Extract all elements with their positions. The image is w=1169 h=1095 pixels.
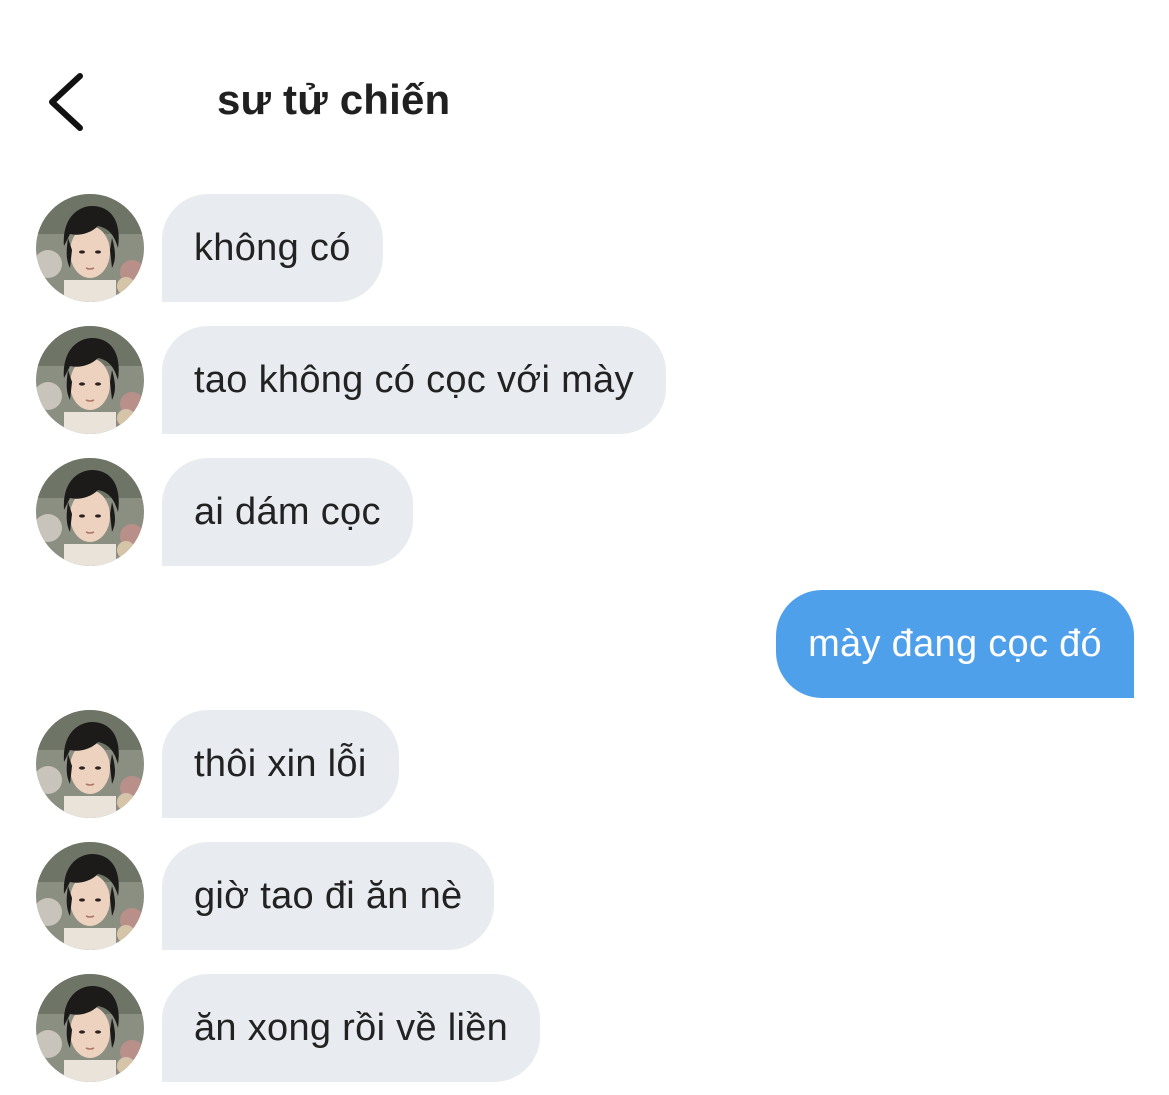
incoming-message-bubble[interactable]: giờ tao đi ăn nè (162, 842, 495, 950)
avatar-image (36, 710, 144, 818)
message-row: mày đang cọc đó (0, 590, 1169, 698)
incoming-message-bubble[interactable]: ăn xong rồi về liền (162, 974, 541, 1082)
outgoing-message-bubble[interactable]: mày đang cọc đó (776, 590, 1134, 698)
avatar[interactable] (36, 974, 144, 1082)
message-row: không có (0, 194, 1169, 302)
avatar-image (36, 326, 144, 434)
message-list[interactable]: không có tao không có cọc với mày ai dám… (0, 0, 1169, 1095)
avatar-image (36, 974, 144, 1082)
incoming-message-bubble[interactable]: tao không có cọc với mày (162, 326, 666, 434)
incoming-message-bubble[interactable]: thôi xin lỗi (162, 710, 399, 818)
message-row: ăn xong rồi về liền (0, 974, 1169, 1082)
avatar-image (36, 194, 144, 302)
avatar[interactable] (36, 326, 144, 434)
message-row: giờ tao đi ăn nè (0, 842, 1169, 950)
avatar[interactable] (36, 458, 144, 566)
message-row: tao không có cọc với mày (0, 326, 1169, 434)
incoming-message-bubble[interactable]: ai dám cọc (162, 458, 413, 566)
avatar[interactable] (36, 194, 144, 302)
avatar-image (36, 458, 144, 566)
message-row: ai dám cọc (0, 458, 1169, 566)
avatar-image (36, 842, 144, 950)
avatar[interactable] (36, 710, 144, 818)
incoming-message-bubble[interactable]: không có (162, 194, 383, 302)
message-row: thôi xin lỗi (0, 710, 1169, 818)
avatar[interactable] (36, 842, 144, 950)
